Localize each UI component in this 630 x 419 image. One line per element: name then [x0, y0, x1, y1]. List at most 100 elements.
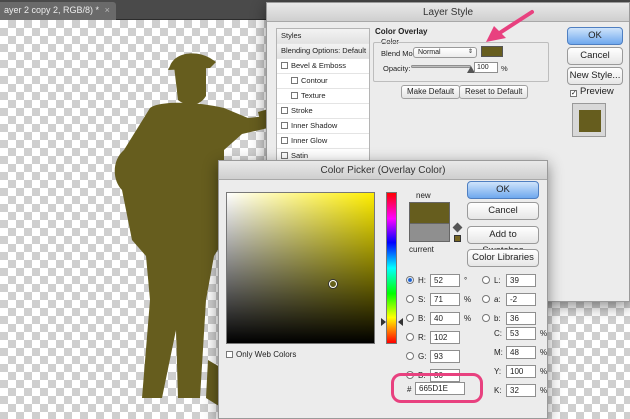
document-tab[interactable]: ayer 2 copy 2, RGB/8) * ×	[0, 2, 116, 20]
new-color-label: new	[416, 191, 431, 200]
style-row-label: Blending Options: Default	[281, 46, 367, 55]
radio-rgb-1[interactable]	[406, 352, 414, 360]
lab-label: a:	[494, 295, 501, 304]
cmyk-input[interactable]: 32	[506, 384, 536, 397]
cmyk-unit: %	[540, 386, 548, 395]
preview-color-swatch	[579, 110, 601, 132]
add-to-swatches-button[interactable]: Add to Swatches	[467, 226, 539, 256]
cmyk-unit: %	[540, 348, 548, 357]
color-overlay-heading: Color Overlay	[375, 27, 428, 36]
cmyk-label: M:	[494, 348, 503, 357]
new-style-button[interactable]: New Style...	[567, 67, 623, 85]
style-checkbox[interactable]	[281, 62, 288, 69]
picker-cancel-button[interactable]: Cancel	[467, 202, 539, 220]
make-default-button[interactable]: Make Default	[401, 85, 461, 99]
opacity-slider[interactable]	[411, 65, 471, 68]
cmyk-unit: %	[540, 329, 548, 338]
current-color-label: current	[409, 245, 434, 254]
layer-style-cancel-button[interactable]: Cancel	[567, 47, 623, 65]
style-row-inner-shadow[interactable]: Inner Shadow	[277, 119, 369, 134]
hsb-label: H:	[418, 276, 426, 285]
style-preview-thumbnail	[572, 103, 606, 137]
preview-label: Preview	[580, 86, 614, 97]
hsb-unit: %	[464, 314, 472, 323]
rgb-label: G:	[418, 352, 427, 361]
style-row-blending-options-default[interactable]: Blending Options: Default	[277, 44, 369, 59]
only-web-colors-label: Only Web Colors	[236, 350, 297, 359]
hsb-unit: %	[464, 295, 472, 304]
style-row-label: Satin	[291, 151, 309, 160]
lab-label: L:	[494, 276, 501, 285]
hsb-label: S:	[418, 295, 426, 304]
rgb-input[interactable]: 93	[430, 350, 460, 363]
preview-toggle[interactable]: Preview	[570, 86, 614, 97]
hue-slider[interactable]	[386, 192, 397, 344]
cmyk-input[interactable]: 48	[506, 346, 536, 359]
lab-input[interactable]: 39	[506, 274, 536, 287]
cmyk-input[interactable]: 53	[506, 327, 536, 340]
opacity-unit: %	[501, 64, 508, 73]
style-row-label: Inner Shadow	[291, 121, 338, 130]
style-row-label: Texture	[301, 91, 326, 100]
tab-close-icon[interactable]: ×	[105, 5, 110, 15]
radio-lab-2[interactable]	[482, 314, 490, 322]
lab-input[interactable]: 36	[506, 312, 536, 325]
preview-checkbox[interactable]	[570, 90, 577, 97]
cmyk-input[interactable]: 100	[506, 365, 536, 378]
hsb-unit: °	[464, 276, 468, 285]
style-checkbox[interactable]	[291, 92, 298, 99]
style-checkbox[interactable]	[281, 107, 288, 114]
radio-hsb-1[interactable]	[406, 295, 414, 303]
select-arrows-icon: ⇕	[467, 49, 473, 55]
color-marker[interactable]	[328, 280, 337, 289]
radio-lab-1[interactable]	[482, 295, 490, 303]
radio-rgb-0[interactable]	[406, 333, 414, 341]
radio-hsb-0[interactable]	[406, 276, 414, 284]
style-checkbox[interactable]	[281, 137, 288, 144]
only-web-colors-toggle[interactable]: Only Web Colors	[226, 350, 296, 359]
cmyk-label: Y:	[494, 367, 502, 376]
opacity-input[interactable]: 100	[474, 62, 498, 73]
style-row-contour[interactable]: Contour	[277, 74, 369, 89]
styles-list-header[interactable]: Styles	[277, 29, 369, 44]
radio-lab-0[interactable]	[482, 276, 490, 284]
color-picker-dialog: Color Picker (Overlay Color) new current…	[218, 160, 548, 419]
lab-input[interactable]: -2	[506, 293, 536, 306]
document-tab-title: ayer 2 copy 2, RGB/8) *	[4, 5, 100, 15]
new-color-swatch	[409, 202, 450, 223]
hue-slider-left-pointer-icon[interactable]	[381, 318, 386, 327]
style-row-stroke[interactable]: Stroke	[277, 104, 369, 119]
hsb-input[interactable]: 71	[430, 293, 460, 306]
style-row-inner-glow[interactable]: Inner Glow	[277, 134, 369, 149]
layer-style-ok-button[interactable]: OK	[567, 27, 623, 45]
web-safe-color-icon[interactable]	[454, 235, 461, 242]
rgb-input[interactable]: 102	[430, 331, 460, 344]
style-row-bevel-emboss[interactable]: Bevel & Emboss	[277, 59, 369, 74]
layer-style-title: Layer Style	[267, 3, 629, 22]
color-libraries-button[interactable]: Color Libraries	[467, 249, 539, 267]
style-checkbox[interactable]	[281, 152, 288, 159]
rgb-label: R:	[418, 333, 426, 342]
style-row-label: Stroke	[291, 106, 313, 115]
hsb-input[interactable]: 40	[430, 312, 460, 325]
hsb-input[interactable]: 52	[430, 274, 460, 287]
opacity-label: Opacity:	[383, 64, 411, 73]
saturation-brightness-field[interactable]	[226, 192, 375, 344]
radio-hsb-2[interactable]	[406, 314, 414, 322]
hue-slider-right-pointer-icon[interactable]	[398, 318, 403, 327]
cmyk-unit: %	[540, 367, 548, 376]
current-color-swatch[interactable]	[409, 223, 450, 242]
picker-ok-button[interactable]: OK	[467, 181, 539, 199]
blend-mode-value: Normal	[418, 49, 441, 56]
style-checkbox[interactable]	[291, 77, 298, 84]
reset-default-button[interactable]: Reset to Default	[459, 85, 529, 99]
style-row-texture[interactable]: Texture	[277, 89, 369, 104]
hsb-label: B:	[418, 314, 426, 323]
style-checkbox[interactable]	[281, 122, 288, 129]
blend-mode-select[interactable]: Normal ⇕	[413, 47, 477, 58]
style-row-label: Inner Glow	[291, 136, 328, 145]
only-web-colors-checkbox[interactable]	[226, 351, 233, 358]
gamut-warning-cube-icon[interactable]	[452, 222, 463, 233]
hex-highlight-annotation	[391, 373, 483, 403]
style-row-label: Contour	[301, 76, 328, 85]
